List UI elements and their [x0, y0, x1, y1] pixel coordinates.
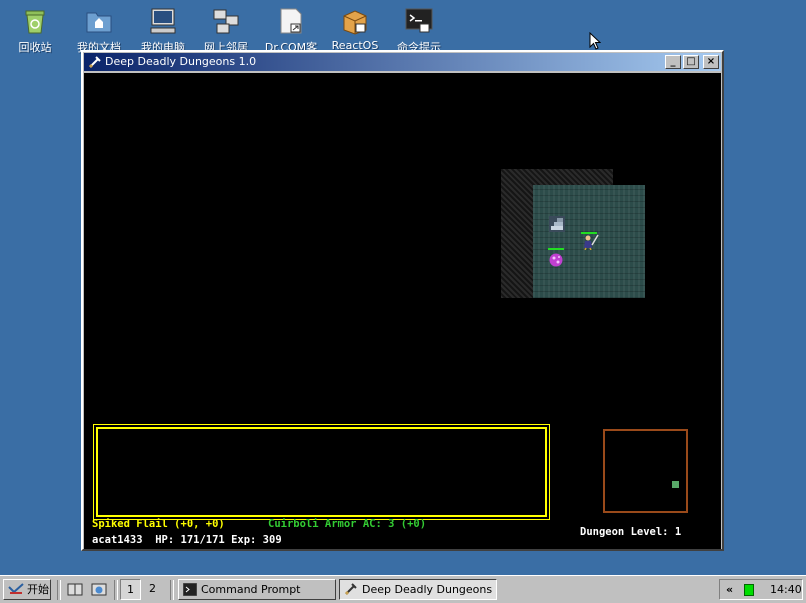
game-icon: [88, 56, 101, 69]
dungeon-level: Dungeon Level: 1: [580, 526, 682, 538]
desktop-icon-my-documents[interactable]: 我的文档: [68, 6, 130, 55]
player-character-icon: [581, 232, 599, 250]
desktop-icon-label: 回收站: [18, 41, 52, 54]
maximize-button[interactable]: □: [683, 55, 699, 69]
desktop-icon-command-prompt[interactable]: 命令提示: [388, 6, 450, 55]
armor-status: Cuirboli Armor AC: 3 (+0): [268, 518, 427, 530]
window-titlebar[interactable]: Deep Deadly Dungeons 1.0 _ □ ×: [84, 53, 721, 71]
system-tray: « 14:40: [719, 579, 803, 600]
task-label: Deep Deadly Dungeons ...: [362, 583, 497, 596]
show-desktop-icon[interactable]: [66, 581, 84, 598]
start-label: 开始: [27, 583, 49, 596]
clock[interactable]: 14:40: [770, 580, 802, 599]
box-icon: [343, 10, 367, 35]
task-command-prompt[interactable]: Command Prompt: [178, 579, 336, 600]
desktop-icon-my-computer[interactable]: 我的电脑: [132, 6, 194, 55]
weapon-status: Spiked Flail (+0, +0): [92, 518, 225, 530]
mouse-cursor-icon: [589, 32, 601, 50]
task-label: Command Prompt: [201, 583, 301, 596]
game-viewport[interactable]: Spiked Flail (+0, +0) Cuirboli Armor AC:…: [84, 73, 721, 549]
taskbar: 开始 1 2 Command Prompt Deep Deadly Dungeo…: [0, 575, 806, 603]
terminal-icon: [183, 583, 197, 596]
folder-icon: [86, 12, 112, 33]
desktop-icon-recycle-bin[interactable]: 回收站: [4, 6, 66, 55]
start-button[interactable]: 开始: [3, 579, 51, 600]
message-log-box: [93, 424, 550, 520]
desktop-icon-drcom[interactable]: Dr.COM客: [260, 6, 322, 55]
reactos-logo-icon: [8, 583, 24, 594]
desktop-icon-network[interactable]: 网上邻居: [195, 6, 257, 55]
task-deep-deadly-dungeons[interactable]: Deep Deadly Dungeons ...: [339, 579, 497, 600]
browser-icon[interactable]: [90, 581, 108, 598]
minimap-player-marker: [672, 481, 679, 488]
player-stats: acat1433 HP: 171/171 Exp: 309: [92, 534, 282, 546]
window-title: Deep Deadly Dungeons 1.0: [105, 55, 257, 68]
network-status-icon[interactable]: [744, 584, 754, 596]
network-icon: [213, 9, 239, 34]
desktop-icon-reactos[interactable]: ReactOS: [324, 6, 386, 52]
recycle-bin-icon: [25, 10, 45, 34]
close-button[interactable]: ×: [703, 55, 719, 69]
minimap: [603, 429, 688, 513]
minimize-button[interactable]: _: [665, 55, 681, 69]
tray-expand-button[interactable]: «: [726, 580, 733, 599]
taskbar-separator: [114, 580, 118, 600]
taskbar-separator: [57, 580, 61, 600]
game-window: Deep Deadly Dungeons 1.0 _ □ × Spiked Fl…: [81, 50, 724, 551]
taskbar-separator: [170, 580, 174, 600]
game-icon: [344, 583, 357, 596]
shortcut-icon: [280, 8, 302, 34]
workspace-1-button[interactable]: 1: [120, 579, 141, 600]
computer-icon: [150, 8, 176, 34]
stairs-icon: [549, 216, 565, 232]
terminal-icon: [405, 8, 433, 33]
workspace-2-button[interactable]: 2: [142, 579, 163, 600]
monster-icon: [548, 248, 564, 267]
